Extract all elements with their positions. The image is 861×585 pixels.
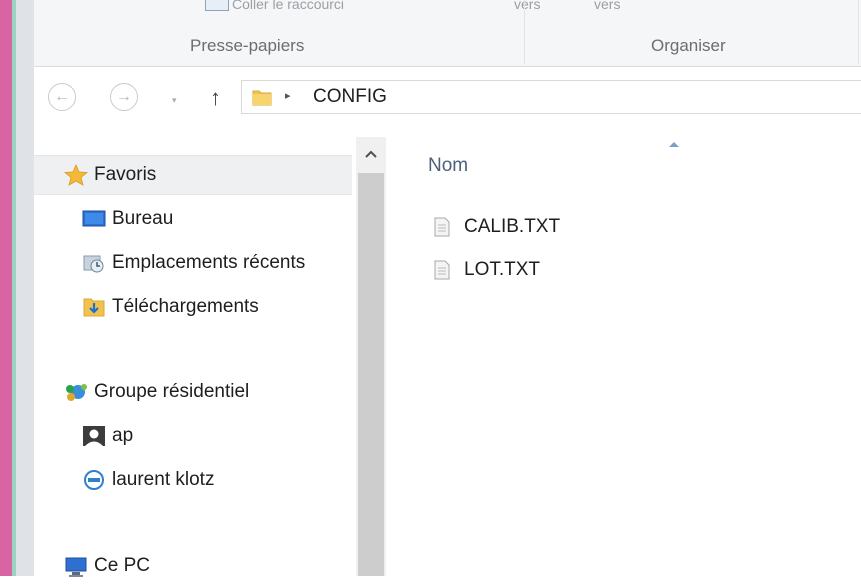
- sidebar-item-this-pc[interactable]: Ce PC: [34, 547, 356, 585]
- paste-shortcut-button[interactable]: Coller le raccourci: [232, 0, 344, 12]
- sidebar-item-desktop[interactable]: Bureau: [34, 200, 356, 238]
- forward-button[interactable]: →: [110, 83, 138, 111]
- up-button[interactable]: ↑: [210, 85, 221, 111]
- text-file-icon: [434, 260, 450, 280]
- star-icon: [63, 163, 89, 186]
- downloads-icon: [82, 296, 106, 318]
- sidebar-item-label: Emplacements récents: [112, 252, 306, 273]
- sidebar-item-homegroup[interactable]: Groupe résidentiel: [34, 373, 356, 411]
- file-name: CALIB.TXT: [464, 216, 561, 237]
- sidebar-item-downloads[interactable]: Téléchargements: [34, 288, 356, 326]
- sidebar-item-label: Ce PC: [94, 555, 150, 576]
- folder-icon: [252, 90, 272, 106]
- text-file-icon: [434, 217, 450, 237]
- navigation-pane: Favoris Bureau Emplacements récents Télé…: [34, 137, 356, 577]
- sidebar-item-user-ap[interactable]: ap: [34, 417, 356, 455]
- user-icon: [82, 425, 106, 447]
- sidebar-item-label: Téléchargements: [112, 296, 259, 317]
- address-bar[interactable]: ▸ CONFIG: [241, 80, 861, 114]
- file-list-pane: Nom CALIB.TXT LOT.TXT: [386, 137, 861, 576]
- breadcrumb-config[interactable]: CONFIG: [313, 86, 387, 108]
- scrollbar-thumb[interactable]: [358, 173, 384, 576]
- copy-to-button[interactable]: vers: [594, 0, 620, 12]
- window-edge-grey: [16, 0, 34, 576]
- sidebar-item-label: ap: [112, 425, 134, 446]
- navigation-bar: ← → ▾ ↑ ▸ CONFIG: [34, 67, 861, 137]
- sidebar-item-favorites[interactable]: Favoris: [34, 155, 352, 195]
- computer-icon: [64, 555, 88, 577]
- file-name: LOT.TXT: [464, 259, 541, 280]
- ribbon-separator: [858, 0, 859, 64]
- sidebar-item-label: Bureau: [112, 208, 174, 229]
- sidebar-item-label: Favoris: [94, 164, 157, 185]
- recent-locations-dropdown[interactable]: ▾: [172, 95, 177, 106]
- ribbon-separator: [524, 0, 525, 64]
- recent-places-icon: [82, 252, 106, 274]
- group-label-organize: Organiser: [651, 36, 726, 55]
- forward-arrow-icon: →: [116, 88, 132, 105]
- dell-icon: [82, 469, 106, 491]
- navigation-pane-scrollbar[interactable]: [356, 137, 386, 576]
- ribbon: Coller le raccourci vers vers Presse-pap…: [34, 0, 861, 67]
- paste-shortcut-icon: [205, 0, 229, 11]
- sidebar-item-label: Groupe résidentiel: [94, 381, 250, 402]
- back-arrow-icon: ←: [54, 88, 70, 105]
- sidebar-item-laurent-klotz[interactable]: laurent klotz: [34, 461, 356, 499]
- sidebar-item-label: laurent klotz: [112, 469, 215, 490]
- chevron-up-icon: [365, 150, 377, 158]
- group-label-clipboard: Presse-papiers: [190, 36, 305, 55]
- breadcrumb-chevron-icon[interactable]: ▸: [285, 89, 291, 102]
- desktop-icon: [82, 208, 106, 230]
- back-button[interactable]: ←: [48, 83, 76, 111]
- homegroup-icon: [64, 381, 88, 403]
- move-to-button[interactable]: vers: [514, 0, 540, 12]
- column-header-name[interactable]: Nom: [428, 155, 468, 177]
- file-item-lot[interactable]: LOT.TXT: [434, 255, 540, 285]
- window-edge-pink: [0, 0, 12, 576]
- file-item-calib[interactable]: CALIB.TXT: [434, 212, 560, 242]
- sort-ascending-icon: [668, 137, 680, 151]
- sidebar-item-recent-places[interactable]: Emplacements récents: [34, 244, 356, 282]
- scroll-up-button[interactable]: [356, 137, 386, 171]
